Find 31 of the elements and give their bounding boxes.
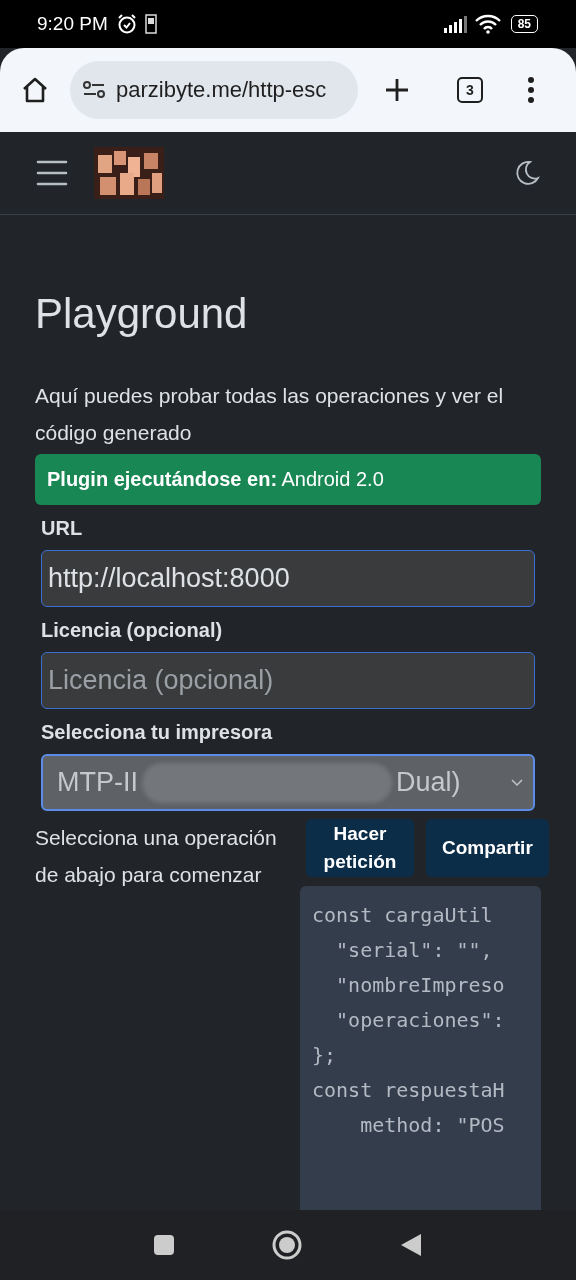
printer-select[interactable]: MTP-II Dual) [41, 754, 535, 812]
battery-indicator: 85 [510, 15, 538, 33]
menu-icon[interactable] [36, 159, 68, 187]
moon-icon[interactable] [514, 160, 540, 186]
back-button[interactable] [400, 1233, 422, 1257]
url-text: parzibyte.me/http-esc [116, 77, 327, 103]
input-field[interactable]: Licencia (opcional) [41, 652, 535, 710]
new-tab-icon[interactable] [384, 77, 410, 103]
chevron-down-icon [511, 778, 523, 787]
tab-count-button[interactable]: 3 [457, 77, 483, 103]
status-time: 9:20 PM [37, 13, 108, 35]
action-button[interactable]: Compartir [426, 819, 549, 878]
field-label: Selecciona tu impresora [41, 721, 274, 745]
wifi-icon [474, 14, 501, 34]
home-button[interactable] [272, 1230, 302, 1260]
site-settings-icon[interactable] [82, 79, 106, 101]
code-block: const cargaUtil "serial": "", "nombreImpreso "operaciones": }; const respuestaH method: "POS [300, 886, 541, 1210]
action-button[interactable]: Hacer petición [306, 819, 414, 878]
intro-text: Aquí puedes probar todas las operaciones y ver el código generado [35, 383, 505, 447]
page-title: Playground [35, 289, 249, 339]
more-options-icon[interactable] [527, 77, 535, 103]
input-field[interactable]: http://localhost:8000 [41, 550, 535, 608]
sim-card-icon [143, 14, 158, 34]
home-icon[interactable] [21, 76, 49, 104]
hint-text: Selecciona una operación de abajo para comenzar [35, 825, 278, 889]
address-bar[interactable]: parzibyte.me/http-esc [70, 61, 358, 119]
field-label: Licencia (opcional) [41, 619, 224, 643]
signal-icon [442, 15, 469, 33]
info-alert: Plugin ejecutándose en: Android 2.0 [35, 454, 541, 506]
recents-button[interactable] [154, 1235, 174, 1255]
field-label: URL [41, 517, 84, 541]
